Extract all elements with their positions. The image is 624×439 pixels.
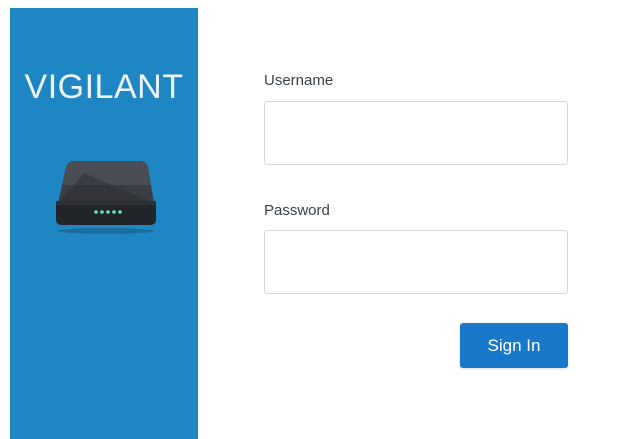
username-field[interactable] — [264, 101, 568, 165]
sign-in-button[interactable]: Sign In — [460, 323, 568, 368]
password-label: Password — [264, 202, 330, 219]
login-page: VIGILANT Username Password Sign In — [0, 0, 624, 439]
router-icon — [56, 161, 156, 234]
brand-sidebar: VIGILANT — [10, 8, 198, 439]
login-form: Username Password Sign In — [264, 0, 574, 439]
brand-name: VIGILANT — [24, 68, 184, 106]
username-label: Username — [264, 72, 334, 89]
password-field[interactable] — [264, 230, 568, 294]
